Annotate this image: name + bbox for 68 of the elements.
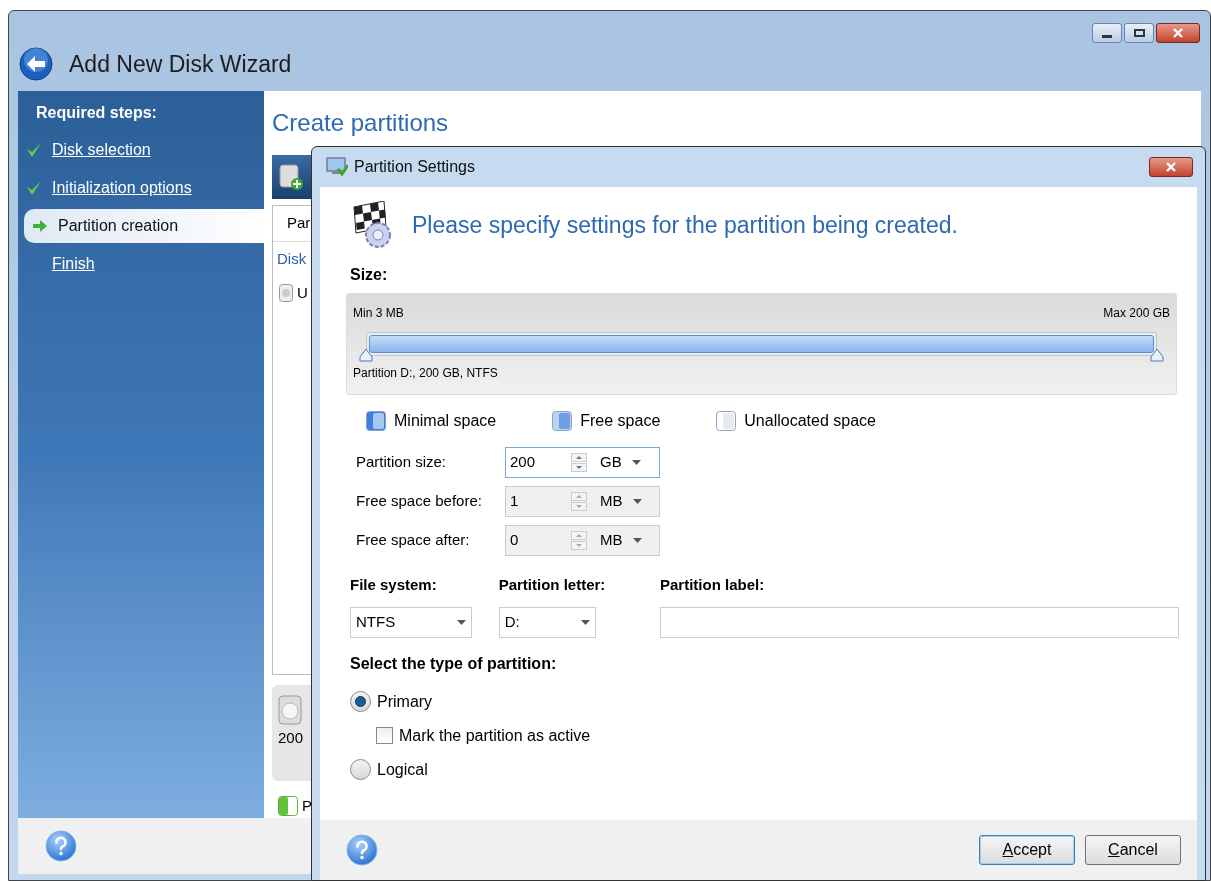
dialog-heading: Please specify settings for the partition being created.	[412, 210, 958, 240]
checkbox-label: Mark the partition as active	[399, 725, 591, 746]
field-label: Partition label:	[660, 575, 766, 595]
spinner-value: 200	[509, 452, 537, 473]
step-item[interactable]: Finish	[18, 247, 264, 281]
checkbox[interactable]	[376, 727, 393, 744]
sidebar-heading: Required steps:	[35, 103, 158, 123]
close-button[interactable]	[1156, 23, 1200, 43]
disk-size: 200	[278, 728, 305, 748]
dialog-title: Partition Settings	[354, 157, 475, 177]
add-disk-icon[interactable]	[278, 163, 304, 191]
checkered-flag-gear-icon	[350, 201, 394, 249]
legend-label: Minimal space	[394, 411, 497, 431]
page-title: Create partitions	[272, 108, 450, 138]
spin-down-icon[interactable]	[571, 463, 587, 472]
slider-handle-icon[interactable]	[1150, 348, 1164, 362]
caret-icon	[580, 619, 590, 625]
caret-icon	[632, 499, 642, 504]
slider-handle-icon[interactable]	[359, 348, 373, 362]
close-icon	[1173, 28, 1183, 38]
field-label: Free space after:	[356, 530, 471, 551]
radio-button[interactable]	[350, 691, 371, 712]
maximize-button[interactable]	[1124, 23, 1154, 43]
size-label: Size:	[350, 265, 389, 285]
field-label: Partition size:	[356, 452, 448, 473]
minimize-button[interactable]	[1092, 23, 1122, 43]
dropdown-field[interactable]: D:	[498, 606, 596, 638]
dropdown-field[interactable]: NTFS	[350, 606, 472, 638]
caret-icon	[632, 538, 642, 543]
field-label: Free space before:	[356, 491, 483, 512]
min-size-label: Min 3 MB	[353, 305, 404, 322]
spinner-value: 1	[509, 491, 520, 512]
max-size-label: Max 200 GB	[1103, 305, 1170, 322]
step-item[interactable]: Partition creation	[24, 209, 264, 243]
field-label: Partition letter:	[498, 575, 607, 595]
arrow-right-icon	[32, 219, 48, 233]
back-button[interactable]	[19, 47, 53, 82]
legend-label: Free space	[580, 411, 661, 431]
radio-label: Primary	[377, 691, 433, 712]
size-slider[interactable]	[358, 330, 1165, 364]
caret-icon	[631, 460, 641, 465]
field-label: File system:	[350, 575, 438, 595]
help-icon[interactable]	[346, 834, 378, 866]
dialog-button[interactable]: Accept	[979, 835, 1075, 865]
monitor-icon	[326, 157, 348, 177]
close-button[interactable]	[1149, 157, 1193, 177]
table-cell-text: U	[297, 283, 308, 303]
close-icon	[1166, 162, 1176, 172]
spinner-value: 0	[509, 530, 520, 551]
help-icon[interactable]	[45, 829, 77, 862]
radio-button[interactable]	[350, 759, 371, 780]
partition-caption: Partition D:, 200 GB, NTFS	[353, 365, 499, 382]
spin-up-icon[interactable]	[571, 453, 587, 462]
radio-label: Logical	[377, 759, 428, 780]
step-item[interactable]: Initialization options	[18, 171, 264, 205]
unit-dropdown[interactable]: GB	[590, 451, 641, 474]
spinner-field[interactable]: 200 GB	[505, 447, 660, 478]
caret-icon	[457, 619, 466, 625]
step-item[interactable]: Disk selection	[18, 133, 264, 167]
partition-type-label: Select the type of partition:	[350, 653, 558, 674]
partition-label-field[interactable]	[660, 606, 1179, 638]
legend-swatch-icon	[552, 411, 573, 431]
legend-label: Unallocated space	[744, 411, 876, 431]
window-title: Add New Disk Wizard	[69, 50, 292, 79]
legend-label: P	[302, 796, 312, 816]
dialog-button[interactable]: Cancel	[1085, 835, 1181, 865]
legend-swatch-icon	[366, 411, 386, 431]
legend-swatch-icon	[716, 411, 737, 431]
